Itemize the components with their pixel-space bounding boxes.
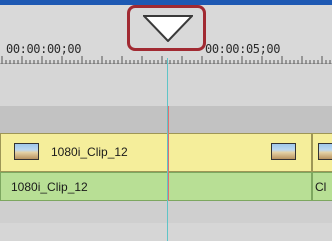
track-gap <box>0 106 332 133</box>
ruler-ticks <box>1 56 331 64</box>
timecode-mid: 00:00:05;00 <box>205 42 281 56</box>
audio-clip-label: 1080i_Clip_12 <box>11 180 88 194</box>
timecode-start: 00:00:00;00 <box>6 42 82 56</box>
empty-track-area[interactable] <box>0 64 332 106</box>
bottom-track-row[interactable] <box>0 223 332 241</box>
timeline-panel: 00:00:00;00 00:00:05;00 1080i_Clip_12 10… <box>0 0 332 241</box>
next-audio-clip-label: Cl <box>315 180 327 194</box>
beach-thumbnail-icon <box>318 143 332 160</box>
callout-highlight-frame <box>127 5 206 51</box>
video-clip-label: 1080i_Clip_12 <box>51 145 128 159</box>
edit-point-line <box>168 106 169 201</box>
next-video-clip[interactable] <box>312 133 332 172</box>
beach-thumbnail-icon <box>271 143 296 160</box>
video-clip[interactable]: 1080i_Clip_12 <box>0 133 312 172</box>
beach-thumbnail-icon <box>14 143 39 160</box>
audio-clip[interactable]: 1080i_Clip_12 <box>0 172 312 201</box>
empty-track-row[interactable] <box>0 201 332 223</box>
next-audio-clip[interactable]: Cl <box>312 172 332 201</box>
